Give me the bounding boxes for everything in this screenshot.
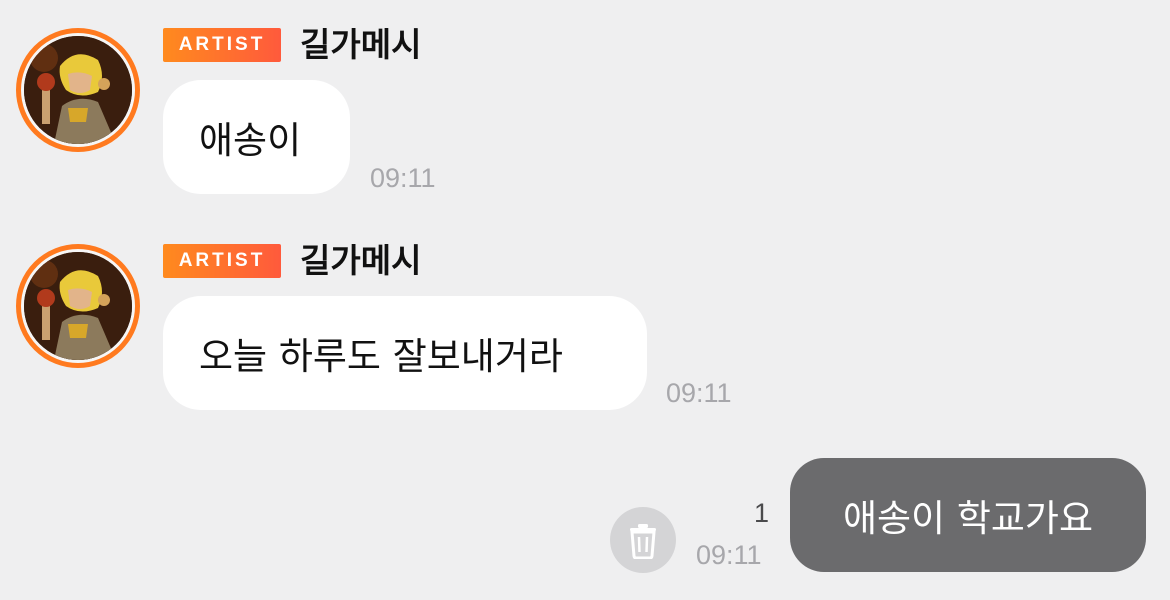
- message-bubble[interactable]: 애송이 학교가요: [790, 458, 1146, 572]
- sender-avatar[interactable]: [16, 244, 140, 368]
- avatar-image: [24, 252, 132, 360]
- delete-button[interactable]: [610, 507, 676, 573]
- sender-name: 길가메시: [300, 25, 422, 64]
- avatar-image: [24, 36, 132, 144]
- unread-count: 1: [754, 498, 770, 528]
- trash-icon: [630, 524, 656, 559]
- message-bubble[interactable]: 오늘 하루도 잘보내거라: [163, 296, 647, 410]
- artist-badge: ARTIST: [163, 244, 281, 278]
- artist-badge: ARTIST: [163, 28, 281, 62]
- sender-avatar[interactable]: [16, 28, 140, 152]
- sender-name: 길가메시: [300, 241, 422, 280]
- message-bubble[interactable]: 애송이: [163, 80, 350, 194]
- message-time: 09:11: [666, 378, 732, 408]
- message-time: 09:11: [696, 540, 762, 570]
- message-time: 09:11: [370, 163, 436, 193]
